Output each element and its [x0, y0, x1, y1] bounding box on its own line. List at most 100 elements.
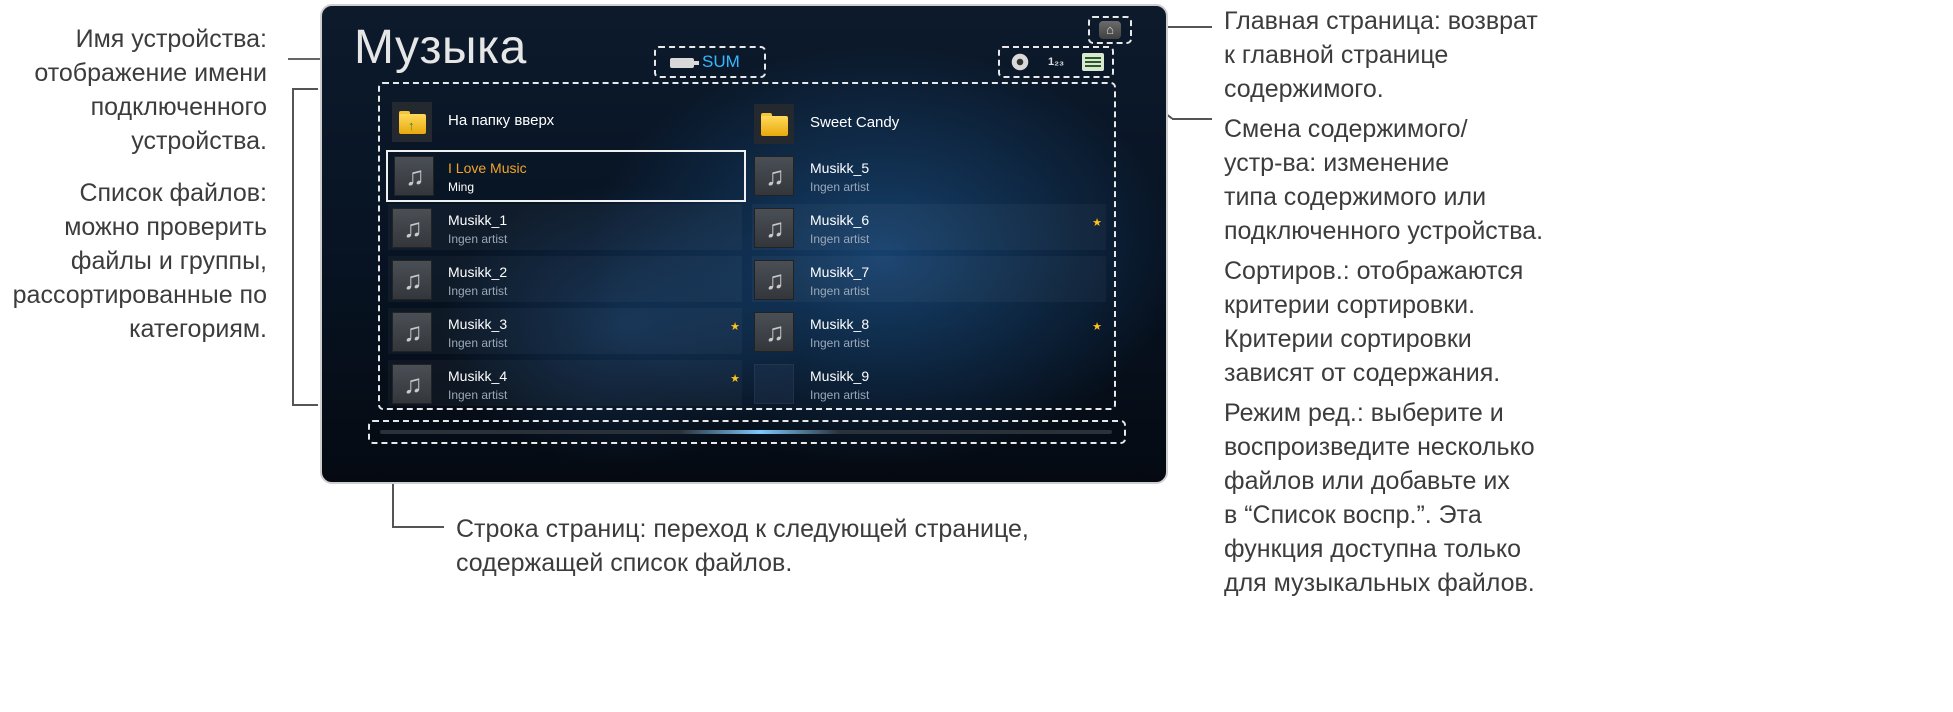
annotation-line: Список файлов:	[79, 179, 267, 207]
file-artist: Ming	[448, 180, 475, 194]
file-title: Musikk_5	[810, 160, 870, 176]
file-artist: Ingen artist	[448, 232, 508, 246]
home-button[interactable]: ⌂	[1088, 16, 1132, 44]
folder-up-label: На папку вверх	[448, 112, 555, 129]
annotation-line: Смена содержимого/	[1224, 115, 1468, 143]
file-artist: Ingen artist	[810, 180, 870, 194]
music-thumb-empty	[754, 364, 794, 404]
file-artist: Ingen artist	[810, 336, 870, 350]
music-file-item[interactable]: ♫ I Love Music Ming	[386, 150, 746, 202]
music-file-item[interactable]: ♫ Musikk_4 Ingen artist ★	[392, 360, 746, 406]
music-note-icon: ♫	[765, 317, 785, 347]
file-artist: Ingen artist	[448, 388, 508, 402]
music-note-icon: ♫	[403, 369, 423, 399]
tools-leader-horiz	[1172, 118, 1212, 120]
annotation-line: Имя устройства:	[75, 25, 267, 53]
file-artist: Ingen artist	[810, 232, 870, 246]
device-name-box[interactable]: SUM	[654, 46, 766, 78]
annotation-line: устр-ва: изменение	[1224, 149, 1450, 177]
music-file-item[interactable]: ♫ Musikk_6 Ingen artist ★	[754, 204, 1108, 250]
content-change-annotation: Смена содержимого/ устр-ва: изменение ти…	[1224, 112, 1554, 248]
content-device-change-icon[interactable]	[1010, 53, 1030, 71]
file-title: Musikk_8	[810, 316, 870, 332]
file-title: Musikk_2	[448, 264, 508, 280]
file-title: I Love Music	[448, 160, 527, 176]
annotation-line: содержащей список файлов.	[456, 549, 793, 577]
folder-up-icon: ↑	[392, 102, 432, 142]
arrow-up-icon: ↑	[408, 118, 415, 133]
folder-up-item[interactable]: ↑ На папку вверх	[392, 100, 746, 146]
tools-box: 1₂₃	[998, 46, 1114, 78]
music-note-icon: ♫	[765, 213, 785, 243]
folder-body	[761, 116, 788, 136]
annotation-line: рассортированные по	[12, 281, 267, 309]
sort-icon[interactable]: 1₂₃	[1046, 53, 1066, 71]
device-name-annotation: Имя устройства: отображение имени подклю…	[0, 22, 267, 158]
music-note-icon: ♫	[405, 161, 425, 191]
home-leader-line	[1164, 26, 1212, 28]
annotation-line: отображение имени	[34, 59, 267, 87]
pagebar-leader-horiz	[392, 526, 444, 528]
annotation-line: типа содержимого или	[1224, 183, 1487, 211]
file-artist: Ingen artist	[810, 284, 870, 298]
filelist-bracket-top	[292, 88, 318, 90]
home-icon: ⌂	[1099, 21, 1121, 39]
music-file-item[interactable]: ♫ Musikk_8 Ingen artist ★	[754, 308, 1108, 354]
home-annotation: Главная страница: возврат к главной стра…	[1224, 4, 1554, 106]
folder-item[interactable]: Sweet Candy	[754, 102, 1108, 148]
music-note-icon: ♫	[403, 317, 423, 347]
music-file-item[interactable]: ♫ Musikk_5 Ingen artist	[754, 152, 1108, 198]
annotation-line: категориям.	[129, 315, 267, 343]
music-file-item[interactable]: ♫ Musikk_3 Ingen artist ★	[392, 308, 746, 354]
music-thumb: ♫	[754, 208, 794, 248]
music-thumb: ♫	[392, 312, 432, 352]
file-list: ↑ На папку вверх Sweet Candy ♫ I Love Mu…	[378, 82, 1116, 410]
file-artist: Ingen artist	[448, 284, 508, 298]
music-thumb: ♫	[754, 156, 794, 196]
annotation-line: файлов или добавьте их	[1224, 467, 1510, 495]
usb-icon	[670, 58, 699, 68]
annotation-line: для музыкальных файлов.	[1224, 569, 1535, 597]
page-bar-indicator	[680, 430, 840, 434]
annotation-line: файлы и группы,	[70, 247, 267, 275]
annotation-line: можно проверить	[64, 213, 267, 241]
music-thumb: ♫	[394, 156, 434, 196]
favorite-star-icon: ★	[730, 373, 740, 385]
annotation-line: Строка страниц: переход к следующей стра…	[456, 515, 1029, 543]
music-file-item[interactable]: ♫ Musikk_7 Ingen artist	[754, 256, 1108, 302]
favorite-star-icon: ★	[1092, 217, 1102, 229]
annotation-line: критерии сортировки.	[1224, 291, 1476, 319]
music-thumb: ♫	[392, 208, 432, 248]
annotation-line: подключенного	[90, 93, 267, 121]
file-title: Musikk_3	[448, 316, 508, 332]
page-bar-track	[380, 430, 1112, 434]
folder-icon	[754, 104, 794, 144]
music-note-icon: ♫	[765, 161, 785, 191]
annotation-line: Главная страница: возврат	[1224, 7, 1538, 35]
annotation-line: устройства.	[131, 127, 267, 155]
file-title: Musikk_4	[448, 368, 508, 384]
annotation-line: Режим ред.: выберите и	[1224, 399, 1504, 427]
file-title: Musikk_7	[810, 264, 870, 280]
filelist-bracket-bottom	[292, 404, 318, 406]
favorite-star-icon: ★	[730, 321, 740, 333]
device-name: SUM	[702, 52, 740, 71]
music-thumb: ♫	[754, 312, 794, 352]
music-file-item[interactable]: ♫ Musikk_2 Ingen artist	[392, 256, 746, 302]
page-bar[interactable]	[368, 420, 1126, 444]
annotation-line: содержимого.	[1224, 75, 1384, 103]
annotation-line: функция доступна только	[1224, 535, 1521, 563]
page-title: Музыка	[354, 21, 527, 74]
edit-mode-icon[interactable]	[1082, 53, 1104, 71]
file-title: Musikk_6	[810, 212, 870, 228]
music-thumb: ♫	[392, 364, 432, 404]
music-file-item[interactable]: ♫ Musikk_1 Ingen artist	[392, 204, 746, 250]
music-file-item[interactable]: Musikk_9 Ingen artist	[754, 360, 1108, 406]
annotation-line: в “Список воспр.”. Эта	[1224, 501, 1482, 529]
favorite-star-icon: ★	[1092, 321, 1102, 333]
annotation-line: Сортиров.: отображаются	[1224, 257, 1524, 285]
sort-annotation: Сортиров.: отображаются критерии сортиро…	[1224, 254, 1554, 390]
music-thumb: ♫	[392, 260, 432, 300]
annotation-line: воспроизведите несколько	[1224, 433, 1535, 461]
music-note-icon: ♫	[403, 213, 423, 243]
